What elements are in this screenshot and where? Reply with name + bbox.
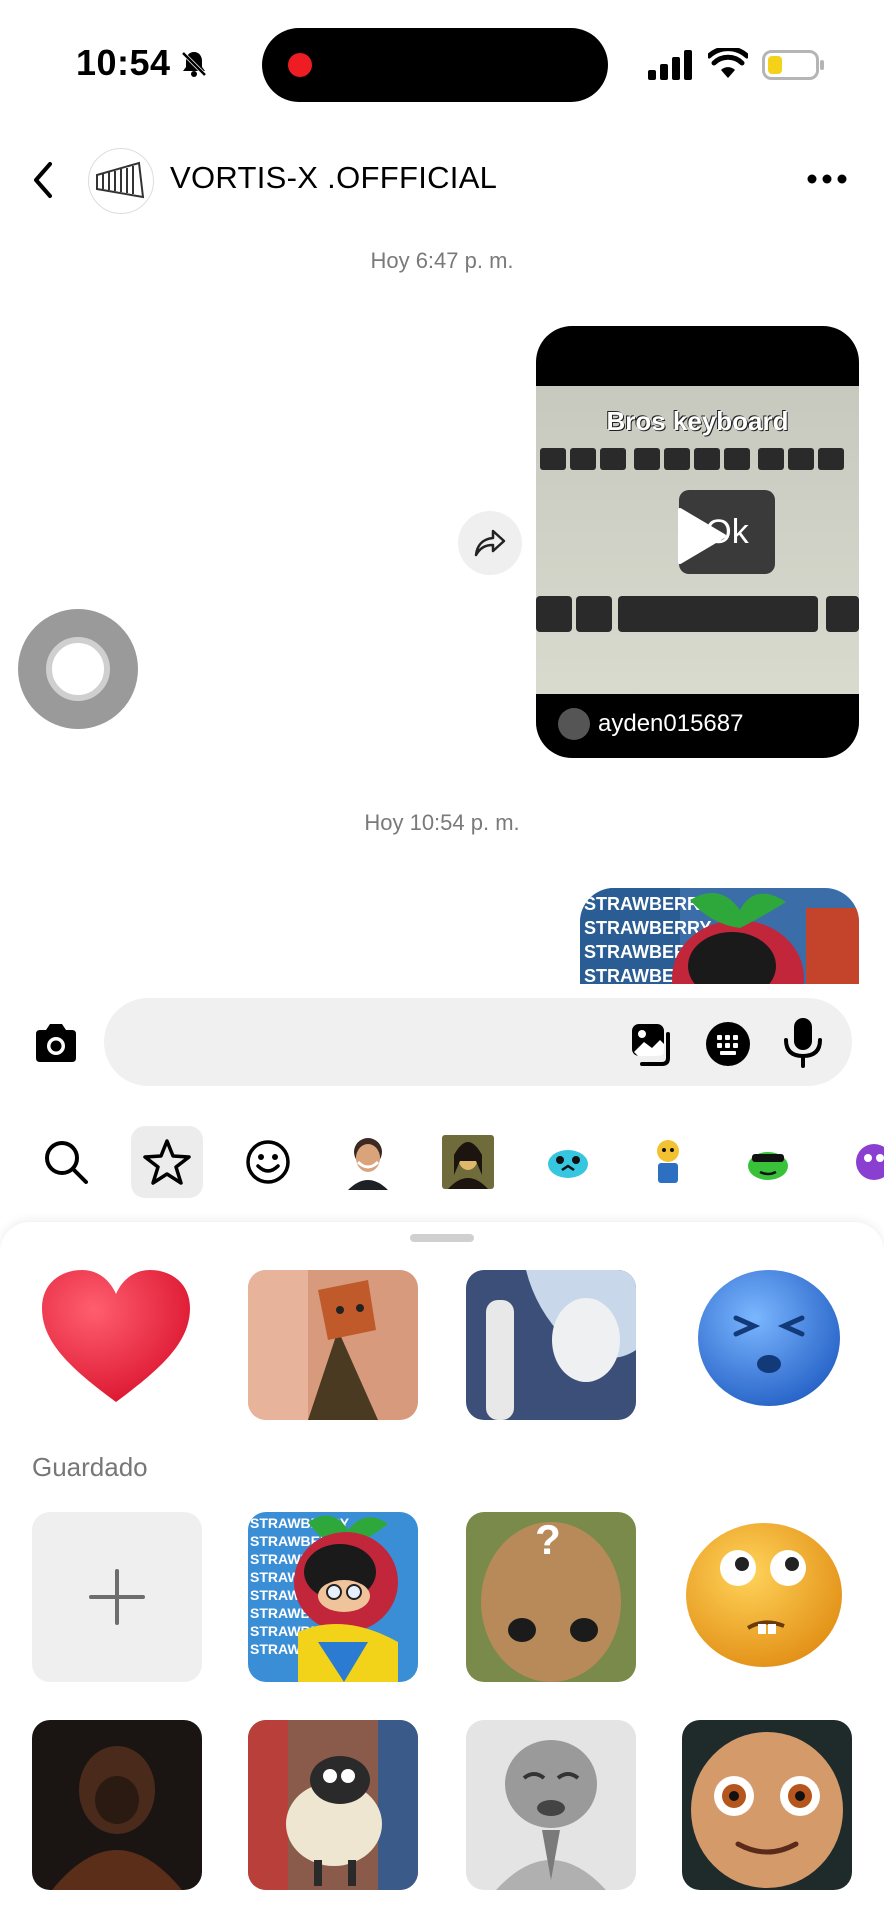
tab-frog-sticker[interactable] <box>732 1126 804 1198</box>
confused-dog-sticker[interactable]: ? <box>466 1512 636 1682</box>
tab-mona-lisa-sticker[interactable] <box>432 1126 504 1198</box>
video-username[interactable]: ayden015687 <box>598 710 743 738</box>
video-message[interactable]: Ok Bros keyboard ayden015687 <box>536 326 859 758</box>
crazy-face-sticker[interactable] <box>684 1520 844 1670</box>
share-button[interactable] <box>458 511 522 575</box>
avatar[interactable] <box>88 148 154 214</box>
timestamp: Hoy 6:47 p. m. <box>370 248 514 273</box>
add-sticker-button[interactable] <box>32 1512 202 1682</box>
praying-baby-sticker[interactable] <box>466 1720 636 1890</box>
user-avatar <box>558 708 590 740</box>
heart-sticker[interactable] <box>40 1268 192 1404</box>
yellow-character-icon <box>657 1140 679 1183</box>
search-icon <box>45 1141 88 1184</box>
more-options-icon[interactable] <box>806 172 848 186</box>
tab-search[interactable] <box>30 1126 102 1198</box>
blue-face-sticker[interactable] <box>696 1268 842 1408</box>
microphone-icon[interactable] <box>782 1016 824 1070</box>
fox-gif-sticker[interactable] <box>248 1270 418 1420</box>
sticker-text: STRAWBERRY <box>584 918 711 938</box>
tab-purple-sticker[interactable] <box>850 1136 884 1186</box>
chat-title[interactable]: VORTIS-X .OFFFICIAL <box>170 160 497 196</box>
tab-yellow-character-sticker[interactable] <box>632 1126 704 1198</box>
timestamp: Hoy 10:54 p. m. <box>364 810 520 835</box>
bell-muted-icon <box>181 51 207 77</box>
avatar-sticker-icon <box>348 1138 388 1190</box>
blue-creature-icon <box>548 1150 588 1178</box>
tab-avatar-sticker[interactable] <box>332 1126 404 1198</box>
sticker-keyboard-icon[interactable] <box>704 1020 752 1068</box>
sticker-message[interactable]: STRAWBERRY STRAWBERRY STRAWBERRY STRAWBE… <box>580 888 859 984</box>
svg-text:?: ? <box>535 1516 561 1563</box>
wifi-icon <box>708 48 748 78</box>
tab-blue-creature-sticker[interactable] <box>532 1126 604 1198</box>
sticker-text: STRAWBERRY <box>584 894 711 914</box>
floating-assistive-button[interactable] <box>18 609 138 729</box>
strawberry-sticker[interactable]: STRAWBERRY STRAWBERRY STRAWBERRY STRAWBE… <box>248 1512 418 1682</box>
anime-middle-finger-sticker[interactable] <box>466 1270 636 1420</box>
creepy-baby-sticker[interactable] <box>682 1720 852 1890</box>
video-caption: Bros keyboard <box>606 406 789 436</box>
camera-icon[interactable] <box>30 1018 82 1070</box>
signal-icon <box>648 50 692 80</box>
gallery-icon[interactable] <box>630 1022 676 1066</box>
tab-emoji[interactable] <box>232 1126 304 1198</box>
section-saved-label: Guardado <box>32 1452 148 1482</box>
star-icon <box>143 1139 191 1185</box>
smiley-icon <box>246 1140 290 1184</box>
play-icon[interactable] <box>674 506 728 566</box>
recording-indicator-icon <box>288 53 312 77</box>
video-footer: ayden015687 <box>536 694 859 758</box>
sheep-sticker[interactable] <box>248 1720 418 1890</box>
dynamic-island <box>262 28 608 102</box>
share-arrow-icon <box>474 529 506 557</box>
tab-favorites[interactable] <box>131 1126 203 1198</box>
frog-icon <box>748 1152 788 1180</box>
orangutan-sticker[interactable] <box>32 1720 202 1890</box>
status-time: 10:54 <box>76 42 171 83</box>
sheet-grabber[interactable] <box>410 1234 474 1242</box>
plus-icon <box>89 1569 145 1625</box>
battery-icon <box>762 50 824 80</box>
mona-lisa-sticker-icon <box>442 1135 494 1189</box>
purple-creature-icon <box>856 1144 884 1180</box>
back-arrow-icon[interactable] <box>28 160 58 200</box>
